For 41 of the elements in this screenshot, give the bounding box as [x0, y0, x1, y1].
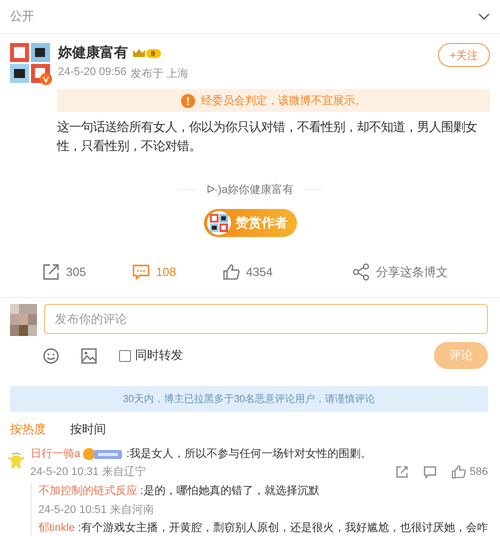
reward-button[interactable]: 赞赏作者	[204, 209, 296, 237]
warning-banner: 30天内，博主已拉黑多于30名恶意评论用户，请谨慎评论	[10, 386, 488, 412]
sort-tab[interactable]: 按热度	[10, 421, 46, 438]
sort-tab[interactable]: 按时间	[70, 421, 106, 438]
action-button[interactable]: 分享这条博文	[352, 263, 448, 281]
post-text: 这一句话送给所有女人，你以为你只认对错，不看性别，却不知道，男人围剿女性，只看性别，不论对错。	[57, 119, 478, 155]
image-icon[interactable]	[81, 348, 97, 364]
crown-badge-icon	[132, 47, 162, 59]
comment-text: :我是女人，所以不参与任何一场针对女性的围剿。	[126, 447, 372, 462]
author-name[interactable]: 妳健康富有	[58, 44, 128, 62]
post-date: 24-5-20 09:56	[58, 66, 126, 80]
smiley-icon[interactable]	[43, 348, 59, 364]
thumbs-up-icon	[450, 464, 466, 479]
comment-icon	[132, 263, 150, 281]
comment-date: 24-5-20 10:31 来自辽宁	[30, 464, 146, 479]
checkbox[interactable]	[119, 350, 131, 362]
like-button[interactable]: 586	[450, 464, 488, 479]
commenter-name[interactable]: 日行一骑a	[30, 446, 80, 462]
follow-button[interactable]: +关注	[438, 43, 490, 67]
repost-icon[interactable]	[394, 464, 409, 478]
fan-badge-icon	[83, 448, 124, 460]
notice-text: 经委员会判定，该微博不宜展示。	[201, 94, 366, 108]
comment-icon[interactable]	[422, 464, 437, 478]
commenter-name[interactable]: 郁tinkle	[38, 520, 75, 536]
comment-input[interactable]: 发布你的评论	[44, 304, 488, 334]
thumbs-up-icon	[222, 263, 240, 281]
action-button[interactable]: 108	[132, 263, 222, 281]
warning-icon	[181, 94, 195, 108]
commenter-name[interactable]: 不加控制的链式反应	[38, 483, 138, 499]
visibility-label: 公开	[10, 8, 34, 25]
reply-text: :有个游戏女主播，开黄腔，剽窃别人原创，还是很火，我好尴尬，也很讨厌她，会咋	[78, 520, 488, 536]
repost-icon	[42, 263, 60, 281]
checkbox-label[interactable]: 同时转发	[135, 347, 183, 364]
action-button[interactable]: 4354	[222, 263, 312, 281]
reply-date: 24-5-20 10:51 来自河南	[38, 503, 155, 517]
signature-text: ᐅ·)a妳你健康富有	[196, 182, 304, 197]
reply-text: :是的，哪怕她真的错了，就选择沉默	[140, 484, 320, 499]
chevron-down-icon[interactable]	[478, 12, 490, 20]
action-button[interactable]: 305	[42, 263, 132, 281]
share-icon	[352, 263, 370, 281]
post-location: 发布于 上海	[130, 67, 189, 81]
